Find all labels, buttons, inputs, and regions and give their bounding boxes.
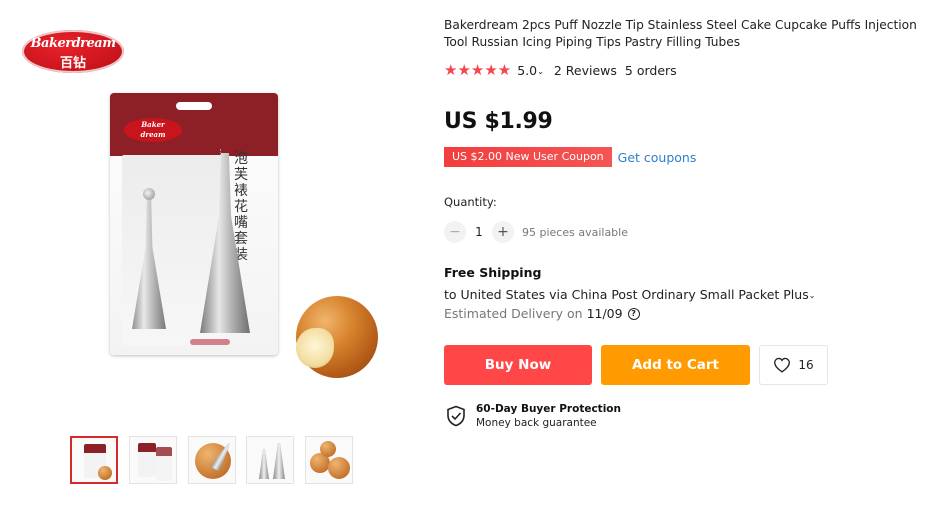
thumbnail-4[interactable] — [246, 436, 294, 484]
delivery-date: 11/09 — [586, 306, 623, 321]
main-product-image[interactable]: Baker dream 泡芙裱花嘴套装 — [100, 88, 400, 408]
add-to-cart-button[interactable]: Add to Cart — [601, 345, 750, 385]
product-title: Bakerdream 2pcs Puff Nozzle Tip Stainles… — [444, 18, 917, 49]
orders-count: 5 orders — [624, 62, 677, 78]
reviews-link[interactable]: 2 Reviews — [554, 63, 617, 78]
product-package: Baker dream 泡芙裱花嘴套装 — [110, 93, 278, 355]
protection-subtitle: Money back guarantee — [476, 417, 597, 429]
package-hang-hole — [176, 102, 212, 110]
stock-available: 95 pieces available — [522, 225, 628, 239]
package-logo: Baker dream — [124, 118, 182, 142]
brand-logo-cn: 百钻 — [59, 56, 86, 71]
rating-row: ★★★★★ 5.0⌄ 2 Reviews 5 orders — [444, 61, 677, 79]
thumbnail-3[interactable] — [188, 436, 236, 484]
chevron-down-icon: ⌄ — [808, 291, 816, 300]
small-nozzle-tip — [143, 188, 155, 200]
quantity-value[interactable]: 1 — [466, 225, 492, 239]
product-price: US $1.99 — [444, 109, 553, 134]
thumbnail-2[interactable] — [129, 436, 177, 484]
wishlist-count: 16 — [798, 358, 814, 372]
chevron-down-icon: ⌄ — [537, 66, 544, 76]
quantity-increase-button[interactable]: + — [492, 221, 514, 243]
rating-stars: ★★★★★ — [444, 61, 512, 79]
cream-filling — [296, 328, 334, 368]
buy-now-button[interactable]: Buy Now — [444, 345, 592, 385]
buyer-protection: 60-Day Buyer Protection Money back guara… — [446, 402, 621, 430]
thumbnail-1[interactable] — [70, 436, 118, 484]
heart-icon — [774, 357, 791, 373]
estimated-delivery: Estimated Delivery on 11/09 ? — [444, 306, 640, 321]
shipping-title: Free Shipping — [444, 265, 542, 280]
brand-logo-latin: Bakerdream — [30, 36, 116, 51]
brand-logo: Bakerdream 百钻 — [22, 30, 124, 73]
protection-title: 60-Day Buyer Protection — [476, 403, 621, 415]
quantity-label: Quantity: — [444, 195, 497, 209]
quantity-stepper: − 1 + 95 pieces available — [444, 220, 628, 244]
wishlist-button[interactable]: 16 — [759, 345, 828, 385]
product-gallery: Bakerdream 百钻 Baker dream 泡芙裱花嘴套装 — [0, 0, 430, 519]
shield-check-icon — [447, 405, 465, 427]
package-chinese-text: 泡芙裱花嘴套装 — [234, 151, 248, 263]
package-footer-logo — [190, 339, 230, 345]
new-user-coupon-badge[interactable]: US $2.00 New User Coupon — [444, 147, 615, 167]
rating-score[interactable]: 5.0⌄ — [517, 63, 544, 78]
thumbnail-5[interactable] — [305, 436, 353, 484]
question-icon[interactable]: ? — [627, 307, 640, 320]
shipping-method-select[interactable]: to United States via China Post Ordinary… — [444, 287, 815, 302]
coupon-row: US $2.00 New User Coupon Get coupons — [444, 146, 696, 168]
get-coupons-link[interactable]: Get coupons — [618, 150, 697, 165]
delivery-label: Estimated Delivery on — [444, 306, 583, 321]
quantity-decrease-button[interactable]: − — [444, 221, 466, 243]
